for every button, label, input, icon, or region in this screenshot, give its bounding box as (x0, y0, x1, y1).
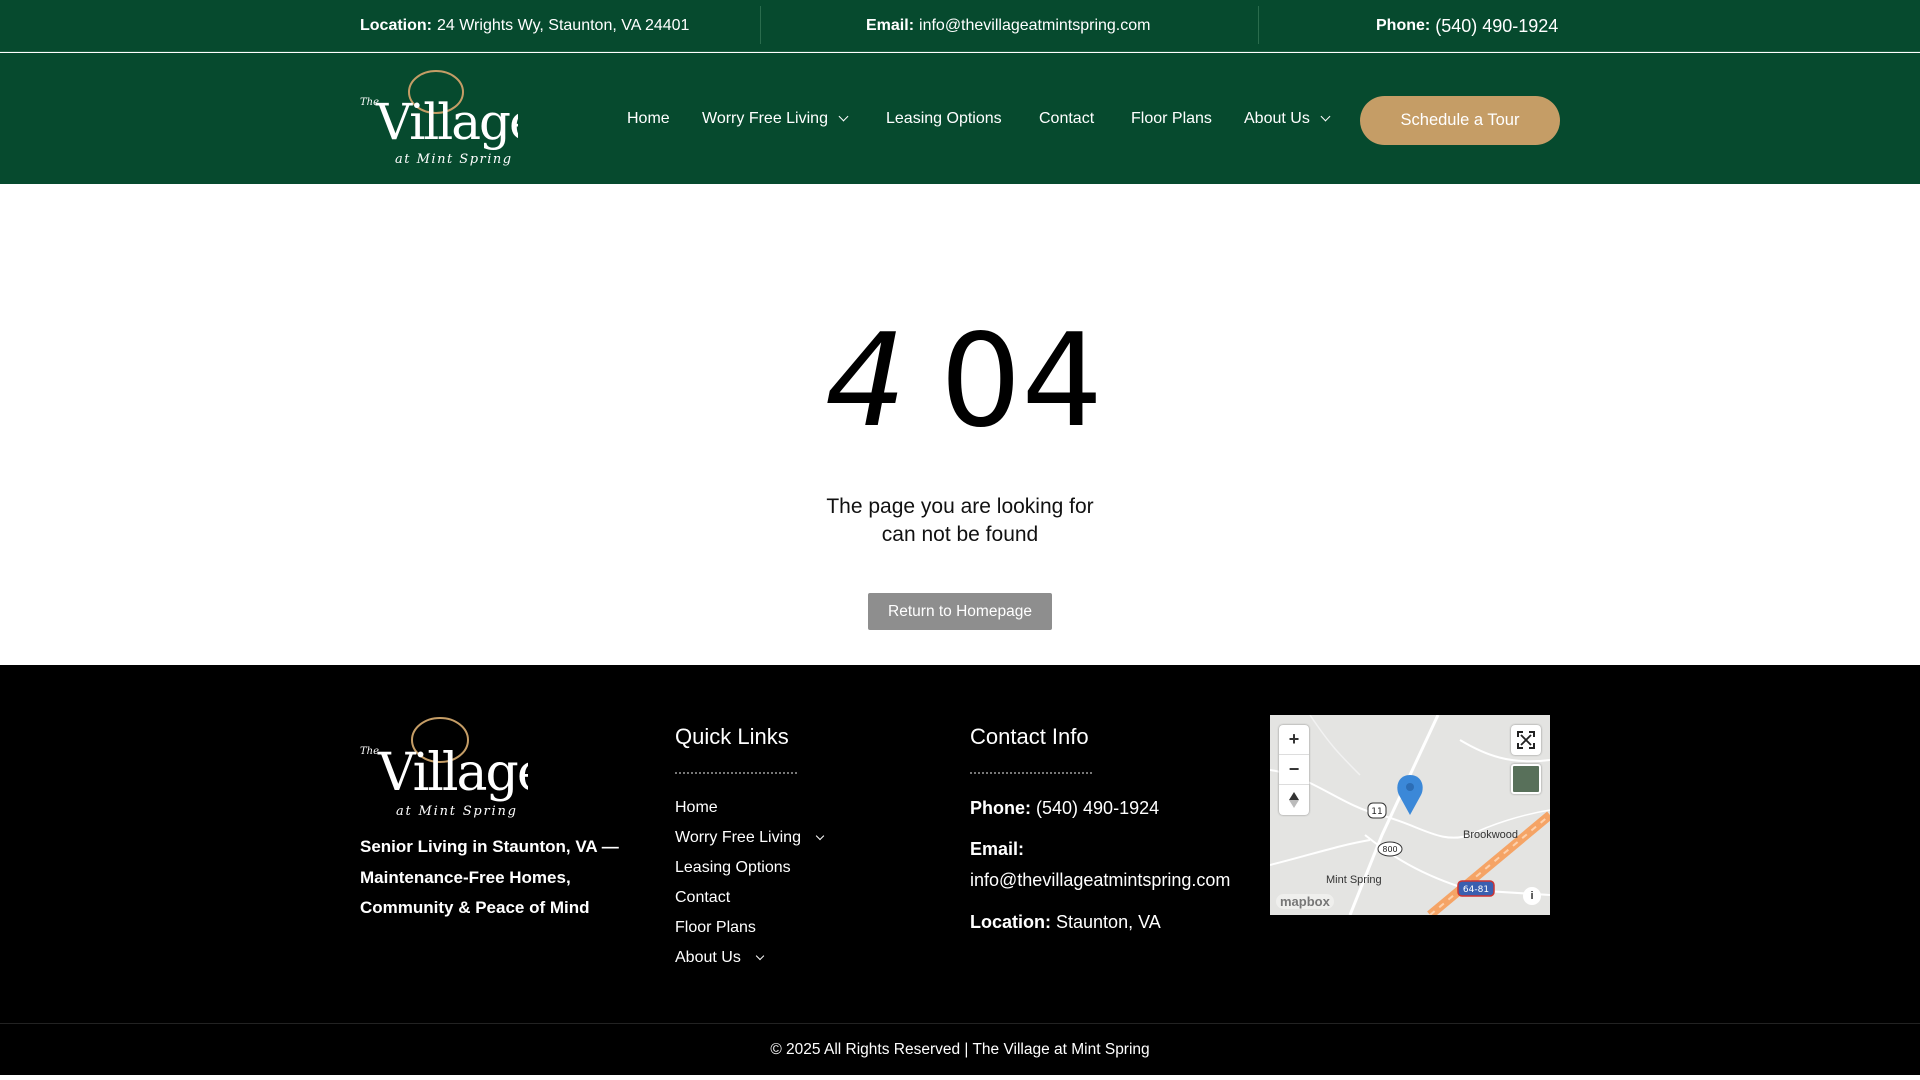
footer-phone[interactable]: Phone: (540) 490-1924 (970, 798, 1159, 819)
footer-location: Location: Staunton, VA (970, 912, 1161, 933)
site-footer: The Village at Mint Spring Senior Living… (0, 665, 1920, 1023)
satellite-toggle-button[interactable] (1511, 764, 1541, 794)
svg-text:64-81: 64-81 (1463, 885, 1489, 895)
footer-logo-subtitle: at Mint Spring (396, 804, 518, 819)
footer-link-contact-label: Contact (675, 889, 731, 906)
map-tiles: 11 800 64-81 (1270, 715, 1550, 915)
compass-icon (1289, 792, 1299, 808)
chevron-down-icon (838, 111, 849, 121)
footer-link-about-us[interactable]: About Us (675, 949, 765, 967)
topbar-divider (760, 6, 761, 44)
copyright-bar: © 2025 All Rights Reserved | The Village… (0, 1023, 1920, 1075)
map-label-mint-spring: Mint Spring (1326, 874, 1382, 886)
error-code-rest: 04 (940, 307, 1103, 456)
topbar-phone-label: Phone: (1376, 17, 1431, 34)
error-message-line2: can not be found (881, 523, 1039, 546)
footer-phone-label: Phone: (970, 798, 1031, 818)
topbar-location: Location: 24 Wrights Wy, Staunton, VA 24… (360, 0, 689, 52)
topbar-email[interactable]: Email: info@thevillageatmintspring.com (866, 0, 1150, 52)
nav-home[interactable]: Home (627, 53, 670, 184)
page-bottom-edge (0, 1075, 1920, 1080)
logo-village: Village (375, 93, 518, 151)
footer-logo-the: The (360, 746, 379, 757)
footer-location-label: Location: (970, 912, 1051, 932)
return-home-button[interactable]: Return to Homepage (868, 593, 1052, 630)
location-map[interactable]: 11 800 64-81 Brookwood Mint Spring + − m… (1270, 715, 1550, 915)
footer-link-leasing-options[interactable]: Leasing Options (675, 859, 791, 877)
footer-location-value: Staunton, VA (1056, 912, 1161, 932)
footer-link-home[interactable]: Home (675, 799, 718, 817)
chevron-down-icon (755, 951, 765, 961)
copyright-text: © 2025 All Rights Reserved | The Village… (770, 1040, 1150, 1058)
footer-logo-village: Village (377, 743, 528, 803)
footer-link-leasing-options-label: Leasing Options (675, 859, 791, 876)
nav-leasing-options-label: Leasing Options (886, 109, 1002, 127)
svg-text:11: 11 (1371, 807, 1382, 817)
footer-link-floor-plans-label: Floor Plans (675, 919, 756, 936)
topbar-email-link[interactable]: info@thevillageatmintspring.com (919, 17, 1150, 35)
topbar-divider (1258, 6, 1259, 44)
footer-email-label-line: Email: (970, 839, 1024, 860)
nav-home-label: Home (627, 109, 670, 127)
error-message: The page you are looking for can not be … (760, 493, 1160, 549)
error-code-first-digit: 4 (825, 307, 907, 456)
nav-about-us[interactable]: About Us (1244, 53, 1331, 184)
topbar-location-value: 24 Wrights Wy, Staunton, VA 24401 (437, 17, 690, 34)
footer-link-worry-free-living[interactable]: Worry Free Living (675, 829, 825, 847)
nav-contact-label: Contact (1039, 109, 1095, 127)
quick-links-heading: Quick Links (675, 724, 789, 749)
footer-link-floor-plans[interactable]: Floor Plans (675, 919, 756, 937)
footer-phone-value[interactable]: (540) 490-1924 (1036, 798, 1159, 818)
nav-worry-free-living[interactable]: Worry Free Living (702, 53, 849, 184)
chevron-down-icon (815, 831, 825, 841)
svg-text:800: 800 (1382, 845, 1397, 854)
logo-subtitle: at Mint Spring (395, 152, 513, 167)
footer-tagline: Senior Living in Staunton, VA — Maintena… (360, 837, 619, 917)
route-11-shield-icon: 11 (1367, 802, 1387, 819)
footer-link-about-us-label: About Us (675, 949, 741, 966)
error-code: 4 04 (0, 312, 1920, 452)
contact-info-heading: Contact Info (970, 724, 1089, 749)
topbar-location-label: Location: (360, 17, 432, 34)
fullscreen-button[interactable] (1511, 725, 1541, 755)
contact-info-divider (970, 772, 1092, 774)
fullscreen-icon (1517, 731, 1535, 749)
quick-links-divider (675, 772, 797, 774)
map-info-button[interactable]: i (1523, 887, 1541, 905)
map-label-brookwood: Brookwood (1463, 829, 1519, 841)
schedule-tour-button[interactable]: Schedule a Tour (1360, 96, 1560, 145)
route-800-shield-icon: 800 (1377, 841, 1403, 857)
chevron-down-icon (1320, 111, 1331, 121)
nav-floor-plans-label: Floor Plans (1131, 109, 1212, 127)
footer-email-label: Email: (970, 839, 1025, 859)
top-contact-bar: Location: 24 Wrights Wy, Staunton, VA 24… (0, 0, 1920, 52)
main-navigation: The Village at Mint Spring Home Worry Fr… (0, 53, 1920, 184)
compass-reset-button[interactable] (1279, 785, 1309, 815)
mapbox-logo[interactable]: mapbox (1276, 894, 1334, 909)
footer-link-home-label: Home (675, 799, 718, 816)
topbar-phone-link[interactable]: (540) 490-1924 (1435, 16, 1558, 37)
site-logo[interactable]: The Village at Mint Spring (358, 67, 518, 171)
zoom-out-button[interactable]: − (1279, 755, 1309, 785)
footer-link-worry-free-living-label: Worry Free Living (675, 829, 801, 846)
zoom-in-button[interactable]: + (1279, 725, 1309, 755)
topbar-phone[interactable]: Phone: (540) 490-1924 (1376, 0, 1558, 52)
interstate-shield-icon: 64-81 (1457, 880, 1495, 897)
topbar-email-label: Email: (866, 17, 915, 34)
map-zoom-controls: + − (1279, 725, 1309, 815)
footer-logo[interactable]: The Village at Mint Spring (358, 714, 528, 824)
error-message-line1: The page you are looking for (826, 495, 1094, 518)
nav-floor-plans[interactable]: Floor Plans (1131, 53, 1212, 184)
footer-link-contact[interactable]: Contact (675, 889, 730, 907)
footer-email-value[interactable]: info@thevillageatmintspring.com (970, 870, 1230, 891)
nav-worry-free-living-label: Worry Free Living (702, 109, 828, 127)
nav-contact[interactable]: Contact (1039, 53, 1094, 184)
nav-leasing-options[interactable]: Leasing Options (886, 53, 1002, 184)
nav-about-us-label: About Us (1244, 109, 1310, 127)
